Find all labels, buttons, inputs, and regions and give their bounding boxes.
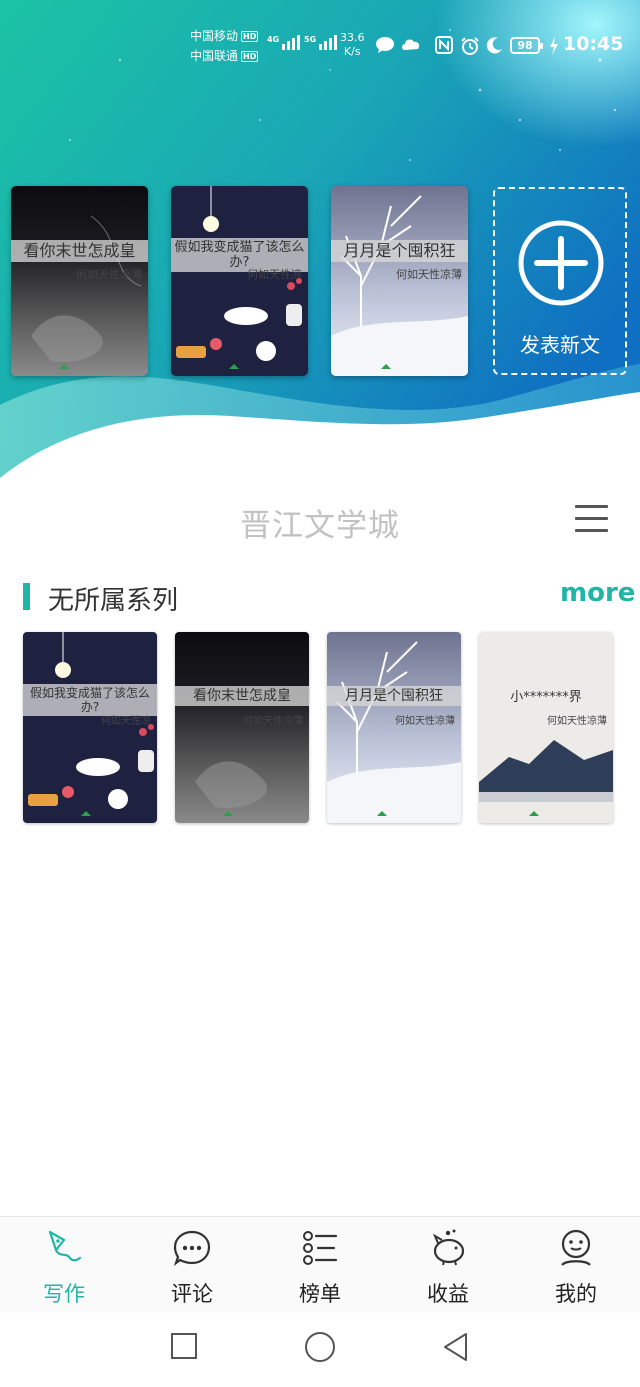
- home-icon[interactable]: [304, 1331, 336, 1363]
- nfc-icon: [435, 36, 453, 54]
- carrier-1-name: 中国移动: [190, 29, 239, 43]
- series-book-card[interactable]: 看你末世怎成皇 何如天性凉薄: [175, 632, 309, 823]
- tab-earnings[interactable]: 收益: [384, 1217, 512, 1314]
- tab-write-label: 写作: [43, 1282, 85, 1306]
- draft-author: 何如天性凉薄: [396, 268, 462, 281]
- moon-icon: [486, 37, 502, 54]
- network-speed: 33.6 K/s: [340, 31, 365, 59]
- battery-level: 98: [517, 39, 533, 52]
- tab-rankings[interactable]: 榜单: [256, 1217, 384, 1314]
- hamburger-menu-icon[interactable]: [575, 505, 608, 533]
- piggy-bank-icon: [432, 1229, 465, 1266]
- series-title: 无所属系列: [48, 586, 179, 616]
- book-title: 小*******界: [510, 690, 582, 705]
- draft-book-card[interactable]: 月月是个囤积狂 何如天性凉薄: [331, 186, 468, 376]
- book-author: 何如天性凉: [101, 716, 151, 727]
- draft-book-card[interactable]: 看你末世怎成皇 何如天性凉薄: [11, 186, 148, 376]
- carrier-2: 中国联通 HD: [190, 49, 259, 63]
- draft-book-card[interactable]: 假如我变成猫了该怎么办? 何如天性凉: [171, 186, 308, 376]
- system-nav-bar: [0, 1313, 640, 1387]
- network-type-1: 4G: [267, 35, 280, 44]
- back-icon[interactable]: [441, 1332, 471, 1362]
- carrier-1: 中国移动 HD: [190, 29, 259, 43]
- message-icon: [376, 37, 394, 53]
- alarm-icon: [461, 37, 479, 55]
- series-book-card[interactable]: 小*******界 何如天性凉薄: [479, 632, 613, 823]
- book-title: 月月是个囤积狂: [327, 686, 461, 706]
- draft-author: 何如天性凉薄: [76, 268, 142, 281]
- tab-comments-label: 评论: [171, 1282, 213, 1306]
- book-title: 看你末世怎成皇: [175, 686, 309, 706]
- book-author: 何如天性凉薄: [547, 716, 607, 727]
- bottom-tab-bar: 写作 评论 榜单 收益 我的: [0, 1216, 640, 1313]
- speed-unit: K/s: [343, 45, 361, 58]
- network-type-2: 5G: [304, 35, 317, 44]
- signal-1-icon: 4G: [267, 35, 301, 50]
- hd-badge-1: HD: [241, 30, 259, 42]
- speed-value: 33.6: [340, 31, 365, 44]
- tab-write[interactable]: 写作: [0, 1217, 128, 1314]
- hero-banner: 中国移动 HD 中国联通 HD 4G 5G 33.6 K/s 98 10:45 …: [0, 0, 640, 490]
- profile-face-icon: [561, 1229, 591, 1266]
- draft-title: 看你末世怎成皇: [11, 240, 148, 262]
- cloud-icon: [402, 39, 420, 50]
- plus-circle-icon: [518, 220, 604, 306]
- status-bar: 中国移动 HD 中国联通 HD 4G 5G 33.6 K/s 98 10:45: [0, 0, 640, 80]
- series-book-card[interactable]: 月月是个囤积狂 何如天性凉薄: [327, 632, 461, 823]
- section-accent-bar: [23, 583, 30, 610]
- new-post-label: 发表新文: [520, 333, 600, 357]
- tab-profile[interactable]: 我的: [512, 1217, 640, 1314]
- tab-earnings-label: 收益: [427, 1282, 469, 1306]
- more-link[interactable]: more: [560, 578, 635, 608]
- tab-comments[interactable]: 评论: [128, 1217, 256, 1314]
- tab-rankings-label: 榜单: [299, 1282, 341, 1306]
- recent-apps-icon[interactable]: [170, 1332, 198, 1360]
- draft-author: 何如天性凉: [247, 268, 302, 281]
- cover-image: [175, 632, 309, 823]
- series-book-card[interactable]: 假如我变成猫了该怎么办? 何如天性凉: [23, 632, 157, 823]
- book-author: 何如天性凉薄: [395, 716, 455, 727]
- status-time: 10:45: [563, 33, 624, 55]
- hd-badge-2: HD: [241, 50, 259, 62]
- signal-2-icon: 5G: [304, 35, 338, 50]
- cover-image: [23, 632, 157, 823]
- cover-image: [479, 632, 613, 823]
- pen-write-icon: [48, 1230, 82, 1262]
- battery-icon: 98: [510, 37, 543, 54]
- tab-profile-label: 我的: [555, 1282, 597, 1306]
- charging-bolt-icon: [550, 37, 558, 55]
- site-title: 晋江文学城: [240, 508, 400, 544]
- book-author: 何如天性凉薄: [243, 716, 303, 727]
- draft-title: 月月是个囤积狂: [331, 240, 468, 262]
- ranking-list-icon: [303, 1231, 338, 1265]
- carrier-2-name: 中国联通: [190, 49, 239, 63]
- comment-bubble-icon: [173, 1230, 211, 1266]
- cover-image: [327, 632, 461, 823]
- new-post-button[interactable]: 发表新文: [493, 187, 627, 375]
